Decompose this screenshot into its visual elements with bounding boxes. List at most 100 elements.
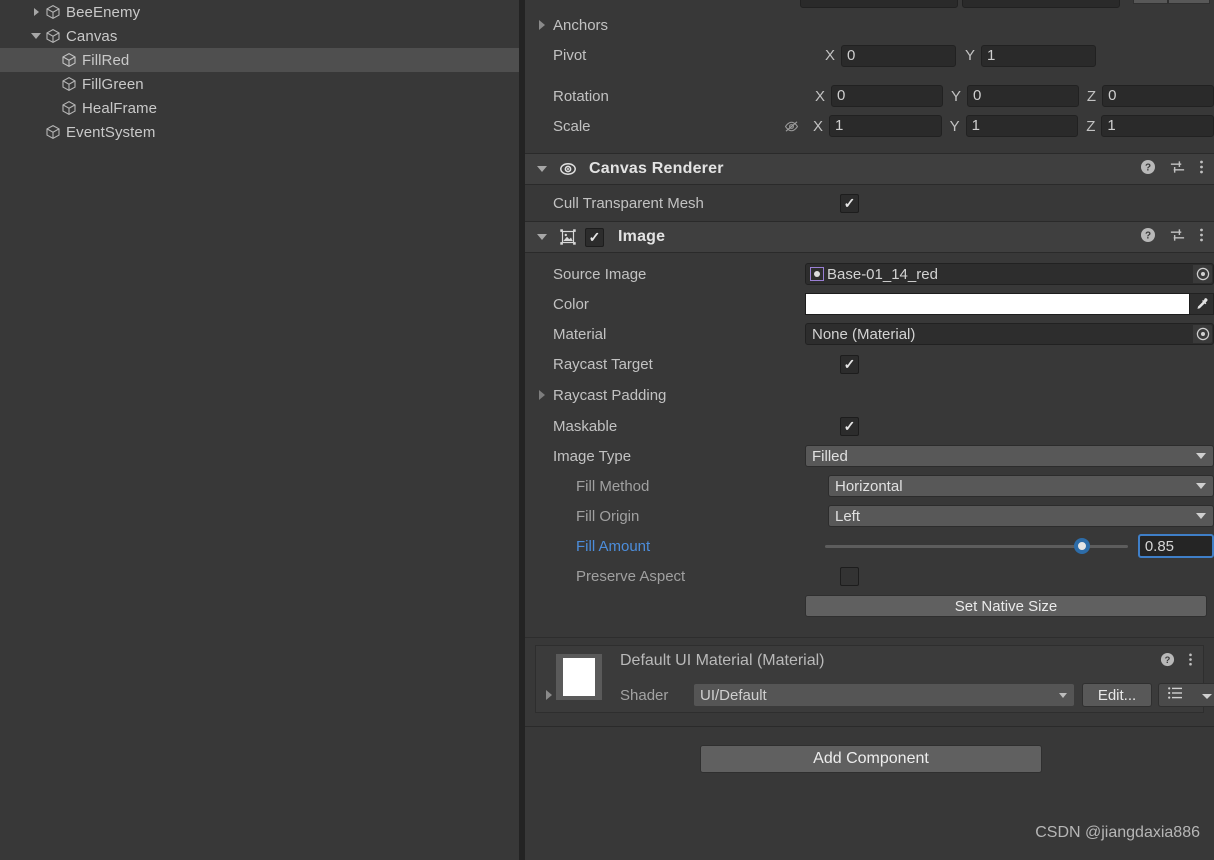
- scale-x-axis-label: X: [813, 117, 824, 135]
- fill-origin-value: Left: [835, 507, 861, 525]
- fill-origin-dropdown[interactable]: Left: [828, 505, 1214, 527]
- cube-icon: [60, 99, 78, 117]
- foldout-beeenemy[interactable]: [28, 0, 44, 24]
- anchors-foldout-row[interactable]: Anchors: [525, 10, 1214, 40]
- hierarchy-item-label: HealFrame: [82, 99, 158, 117]
- anchors-label: Anchors: [553, 16, 609, 34]
- set-native-size-button[interactable]: Set Native Size: [805, 595, 1207, 617]
- fill-method-value: Horizontal: [835, 477, 903, 495]
- kebab-menu-icon[interactable]: [1199, 159, 1204, 179]
- object-picker-icon[interactable]: [1193, 325, 1212, 343]
- fill-origin-label: Fill Origin: [576, 507, 640, 525]
- chevron-down-icon: [1196, 513, 1206, 519]
- eyedropper-icon[interactable]: [1190, 293, 1214, 315]
- fill-amount-slider-handle[interactable]: [1074, 538, 1091, 554]
- rotation-z-input[interactable]: 0: [1102, 85, 1214, 107]
- scale-y-axis-label: Y: [949, 117, 960, 135]
- kebab-menu-icon[interactable]: [1199, 227, 1204, 247]
- preset-sliders-icon[interactable]: [1169, 159, 1186, 179]
- hierarchy-item-healframe[interactable]: HealFrame: [0, 96, 519, 120]
- hierarchy-item-eventsystem[interactable]: EventSystem: [0, 120, 519, 144]
- image-type-dropdown[interactable]: Filled: [805, 445, 1214, 467]
- hierarchy-item-fillgreen[interactable]: FillGreen: [0, 72, 519, 96]
- source-image-value: Base-01_14_red: [827, 265, 938, 283]
- canvas-renderer-title: Canvas Renderer: [589, 160, 724, 177]
- hierarchy-item-canvas[interactable]: Canvas: [0, 24, 519, 48]
- cut-button-right[interactable]: [1168, 0, 1210, 4]
- image-component-header[interactable]: ✓ Image ?: [525, 221, 1214, 253]
- edit-shader-button[interactable]: Edit...: [1082, 683, 1152, 707]
- fill-amount-slider[interactable]: [825, 535, 1128, 557]
- rotation-y-axis-label: Y: [950, 87, 961, 105]
- color-row: Color: [525, 289, 1214, 319]
- color-swatch[interactable]: [805, 293, 1191, 315]
- add-component-button[interactable]: Add Component: [700, 745, 1042, 773]
- watermark-text: CSDN @jiangdaxia886: [1035, 824, 1200, 841]
- pivot-y-input[interactable]: 1: [981, 44, 1097, 67]
- fill-method-dropdown[interactable]: Horizontal: [828, 475, 1214, 497]
- scale-x-input[interactable]: 1: [829, 115, 942, 137]
- material-row: Material None (Material): [525, 319, 1214, 349]
- raycast-target-checkbox[interactable]: ✓: [840, 354, 859, 374]
- maskable-label: Maskable: [553, 417, 618, 435]
- maskable-checkbox[interactable]: ✓: [840, 416, 859, 436]
- help-icon[interactable]: ?: [1140, 227, 1156, 247]
- material-preview-panel: Default UI Material (Material) Shader UI…: [535, 645, 1214, 713]
- help-icon[interactable]: ?: [1140, 159, 1156, 179]
- image-enabled-checkbox[interactable]: ✓: [585, 227, 604, 247]
- chevron-down-icon: [1059, 692, 1067, 698]
- raycast-padding-row[interactable]: Raycast Padding: [525, 379, 1214, 411]
- pivot-x-input[interactable]: 0: [841, 44, 957, 67]
- image-type-value: Filled: [812, 447, 848, 465]
- raycast-padding-label: Raycast Padding: [553, 386, 667, 404]
- cull-transparent-mesh-checkbox[interactable]: ✓: [840, 193, 859, 213]
- image-type-row: Image Type Filled: [525, 441, 1214, 471]
- shader-dropdown[interactable]: UI/Default: [694, 684, 1074, 706]
- chevron-right-icon[interactable]: [546, 690, 552, 700]
- chevron-down-icon: [1196, 453, 1206, 459]
- eye-off-icon[interactable]: [783, 118, 813, 135]
- pivot-row: Pivot X 0 Y 1: [525, 40, 1214, 71]
- image-type-label: Image Type: [553, 447, 632, 465]
- chevron-down-icon[interactable]: [537, 234, 547, 240]
- hierarchy-item-label: BeeEnemy: [66, 3, 141, 21]
- cut-field-left[interactable]: [800, 0, 958, 8]
- hierarchy-item-fillred[interactable]: FillRed: [0, 48, 519, 72]
- chevron-right-icon[interactable]: [539, 20, 545, 30]
- cut-field-right[interactable]: [962, 0, 1120, 8]
- scale-z-input[interactable]: 1: [1101, 115, 1214, 137]
- maskable-row: Maskable ✓: [525, 411, 1214, 441]
- cube-icon: [60, 51, 78, 69]
- kebab-menu-icon[interactable]: [1188, 652, 1193, 671]
- hierarchy-item-beeenemy[interactable]: BeeEnemy: [0, 0, 519, 24]
- hierarchy-panel: BeeEnemy Canvas FillRed FillGreen HealFr…: [0, 0, 519, 860]
- preserve-aspect-label: Preserve Aspect: [576, 567, 686, 585]
- material-preset-button[interactable]: [1158, 683, 1214, 707]
- source-image-field[interactable]: Base-01_14_red: [805, 263, 1214, 285]
- raycast-target-row: Raycast Target ✓: [525, 349, 1214, 379]
- pivot-y-axis-label: Y: [965, 47, 976, 64]
- fill-amount-label: Fill Amount: [576, 537, 651, 555]
- cull-transparent-mesh-label: Cull Transparent Mesh: [553, 194, 704, 212]
- eye-icon: [557, 159, 579, 179]
- rotation-x-input[interactable]: 0: [831, 85, 943, 107]
- cube-icon: [44, 123, 62, 141]
- fill-amount-input[interactable]: 0.85: [1137, 534, 1214, 558]
- help-icon[interactable]: ?: [1160, 652, 1175, 671]
- preserve-aspect-checkbox[interactable]: [840, 566, 859, 586]
- svg-text:?: ?: [1165, 655, 1171, 665]
- chevron-right-icon[interactable]: [539, 390, 545, 400]
- object-picker-icon[interactable]: [1193, 265, 1212, 283]
- hierarchy-item-label: EventSystem: [66, 123, 156, 141]
- canvas-renderer-header[interactable]: Canvas Renderer ?: [525, 153, 1214, 185]
- cube-icon: [44, 27, 62, 45]
- cut-button-left[interactable]: [1133, 0, 1168, 4]
- foldout-canvas[interactable]: [28, 24, 44, 48]
- scale-y-input[interactable]: 1: [965, 115, 1079, 137]
- scale-label: Scale: [553, 117, 591, 135]
- chevron-down-icon[interactable]: [537, 166, 547, 172]
- inspector-panel: Anchors Pivot X 0 Y 1 Rotation X 0 Y 0 Z…: [525, 0, 1214, 860]
- material-field[interactable]: None (Material): [805, 323, 1214, 345]
- rotation-y-input[interactable]: 0: [966, 85, 1079, 107]
- preset-sliders-icon[interactable]: [1169, 227, 1186, 247]
